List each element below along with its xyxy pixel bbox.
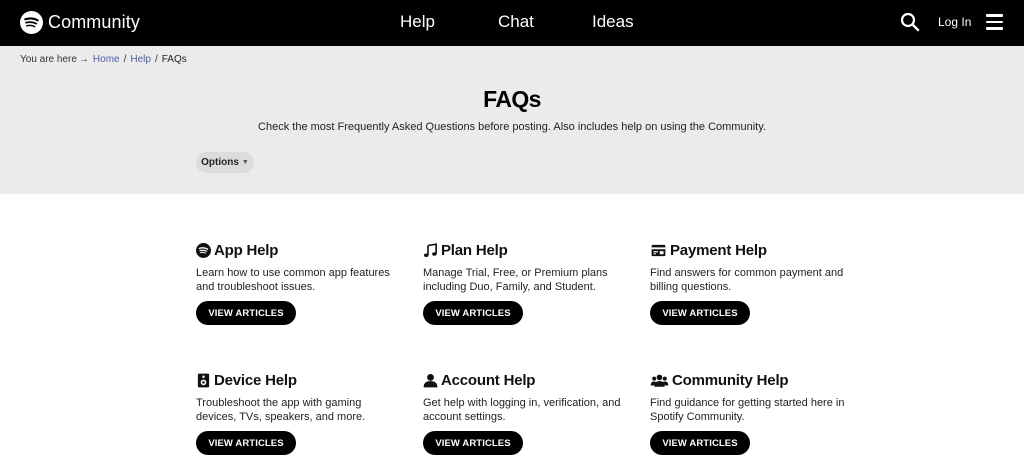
community-home-link[interactable]: Community [20,10,140,34]
options-dropdown-button[interactable]: Options ▼ [196,152,254,173]
page-header: You are here → Home / Help / FAQs FAQs C… [0,46,1024,194]
card-title-row: App Help [196,241,396,259]
view-articles-button[interactable]: VIEW ARTICLES [650,431,750,455]
card-app-help: App Help Learn how to use common app fea… [196,241,396,325]
card-title: Device Help [214,371,297,389]
breadcrumb-home[interactable]: Home [93,54,120,65]
caret-down-icon: ▼ [241,159,249,166]
card-community-help: Community Help Find guidance for getting… [650,371,850,455]
view-articles-button[interactable]: VIEW ARTICLES [196,431,296,455]
card-title-row: Plan Help [423,241,623,259]
card-description: Find guidance for getting started here i… [650,397,845,423]
card-account-help: Account Help Get help with logging in, v… [423,371,623,455]
card-title: Payment Help [670,241,767,259]
hamburger-menu-icon[interactable] [986,14,1003,30]
nav-chat[interactable]: Chat [498,12,534,32]
card-plan-help: Plan Help Manage Trial, Free, or Premium… [423,241,623,325]
options-label: Options [201,157,239,168]
view-articles-button[interactable]: VIEW ARTICLES [650,301,750,325]
card-title-row: Payment Help [650,241,850,259]
breadcrumb-separator: / [154,54,158,65]
card-description: Get help with logging in, verification, … [423,397,621,423]
spotify-logo-icon [20,10,43,34]
card-title-row: Community Help [650,371,850,389]
nav-ideas[interactable]: Ideas [592,12,634,32]
card-device-help: Device Help Troubleshoot the app with ga… [196,371,396,455]
card-description: Troubleshoot the app with gaming devices… [196,397,366,423]
arrow-right-icon: → [78,54,89,65]
page-description: Check the most Frequently Asked Question… [258,121,766,133]
card-title: App Help [214,241,279,259]
breadcrumb-prefix: You are here [20,54,77,65]
spotify-icon [196,242,211,258]
view-articles-button[interactable]: VIEW ARTICLES [423,431,523,455]
breadcrumb-separator: / [123,54,127,65]
top-navigation-bar: Community Help Chat Ideas Log In [0,0,1024,46]
user-icon [423,373,438,387]
speaker-icon [197,373,210,387]
card-description: Find answers for common payment and bill… [650,267,844,293]
breadcrumb-help[interactable]: Help [130,54,151,65]
card-description: Learn how to use common app features and… [196,267,390,293]
view-articles-button[interactable]: VIEW ARTICLES [196,301,296,325]
card-description: Manage Trial, Free, or Premium plans inc… [423,267,608,293]
main-nav: Help Chat Ideas [0,0,1024,46]
card-title-row: Account Help [423,371,623,389]
search-icon[interactable] [900,12,920,32]
breadcrumb-current: FAQs [161,54,187,65]
page-title: FAQs [483,86,541,112]
view-articles-button[interactable]: VIEW ARTICLES [423,301,523,325]
brand-name: Community [48,11,140,32]
nav-help[interactable]: Help [400,12,435,32]
login-link[interactable]: Log In [938,15,971,29]
users-icon [650,374,669,387]
card-title: Account Help [441,371,536,389]
payment-card-icon [651,244,666,256]
breadcrumb: You are here → Home / Help / FAQs [20,54,187,65]
card-title: Community Help [672,371,789,389]
card-title-row: Device Help [196,371,396,389]
card-payment-help: Payment Help Find answers for common pay… [650,241,850,325]
music-note-icon [424,242,437,257]
card-title: Plan Help [441,241,508,259]
